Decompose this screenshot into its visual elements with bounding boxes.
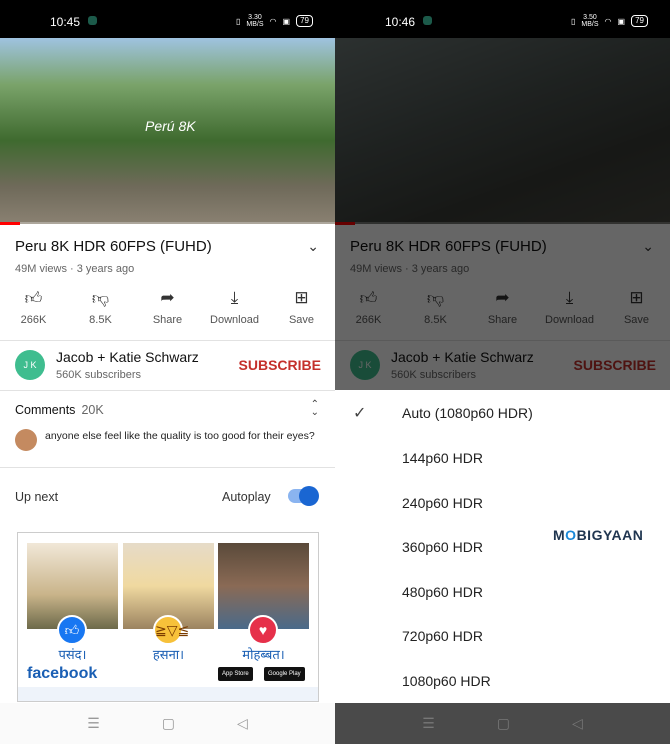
share-icon: ➦	[160, 288, 175, 307]
status-time: 10:45	[50, 15, 81, 29]
like-reaction-icon: 👍︎	[57, 615, 87, 645]
download-icon: ⤓	[230, 288, 239, 307]
notification-icon	[423, 16, 432, 25]
check-icon: ✓	[353, 405, 367, 422]
battery-icon: 79	[631, 15, 648, 27]
ad-install-bar[interactable]	[18, 687, 318, 701]
vibrate-icon: ▯	[236, 16, 241, 26]
autoplay-toggle[interactable]	[288, 486, 319, 506]
navigation-bar: ☰ ▢ ◁	[335, 703, 670, 744]
quality-option-1080p[interactable]: 1080p60 HDR	[402, 673, 491, 689]
save-icon: ⊞	[294, 288, 309, 307]
quality-menu: ✓ Auto (1080p60 HDR) 144p60 HDR 240p60 H…	[335, 390, 670, 703]
download-button[interactable]: ⤓ Download	[201, 288, 268, 326]
menu-icon[interactable]: ☰	[87, 715, 100, 732]
progress-fill	[0, 222, 21, 225]
status-time: 10:46	[385, 15, 416, 29]
divider	[0, 340, 335, 341]
network-speed: 3.50 MB/S	[581, 14, 599, 28]
save-button[interactable]: ⊞ Save	[268, 288, 335, 326]
video-watermark: Perú 8K	[145, 118, 196, 134]
menu-icon[interactable]: ☰	[422, 715, 435, 732]
back-icon[interactable]: ◁	[572, 715, 583, 732]
channel-avatar[interactable]: J K	[15, 350, 45, 380]
quality-option-144p[interactable]: 144p60 HDR	[402, 450, 483, 466]
facebook-logo: facebook	[27, 665, 98, 682]
vibrate-icon: ▯	[571, 16, 576, 26]
haha-reaction-icon: ≧▽≦	[153, 615, 189, 645]
chevron-down-icon[interactable]: ⌄	[307, 238, 319, 255]
up-next-label: Up next	[15, 490, 59, 504]
progress-track[interactable]	[0, 222, 335, 225]
quality-option-360p[interactable]: 360p60 HDR	[402, 539, 483, 555]
notification-icon	[88, 16, 97, 25]
subscribe-button[interactable]: SUBSCRIBE	[239, 357, 321, 373]
love-reaction-icon: ♥	[248, 615, 278, 645]
status-bar: 10:46 ▯ 3.50 MB/S ◠ ▣ 79	[335, 0, 670, 38]
ad-caption: पसंद।	[58, 647, 87, 662]
app-store-badge[interactable]: App Store	[218, 667, 253, 681]
thumbs-up-icon: 👍︎	[24, 289, 43, 308]
quality-option-auto[interactable]: Auto (1080p60 HDR)	[402, 405, 533, 421]
navigation-bar: ☰ ▢ ◁	[0, 703, 335, 744]
autoplay-label: Autoplay	[222, 490, 271, 504]
ad-caption: हसना।	[152, 647, 185, 662]
video-meta: 49M views · 3 years ago	[15, 263, 135, 275]
expand-comments-icon[interactable]: ⌃ ⌄	[311, 400, 319, 418]
facebook-ad[interactable]: 👍︎ ≧▽≦ ♥ पसंद। हसना। मोहब्बत। facebook App…	[17, 532, 319, 702]
like-button[interactable]: 👍︎ 266K	[0, 288, 67, 326]
quality-option-720p[interactable]: 720p60 HDR	[402, 628, 483, 644]
channel-name[interactable]: Jacob + Katie Schwarz	[56, 349, 199, 365]
home-icon[interactable]: ▢	[162, 715, 175, 732]
share-button[interactable]: ➦ Share	[134, 288, 201, 326]
video-player[interactable]: Perú 8K	[0, 38, 335, 224]
right-screen: 10:46 ▯3.50MB/S◠▣79 Peru 8K HDR 60FPS (F…	[335, 0, 670, 744]
home-icon[interactable]: ▢	[497, 715, 510, 732]
wifi-icon: ◠	[269, 16, 277, 26]
left-screen: 10:45 ▯ 3.30 MB/S ◠ ▣ 79 Perú 8K Peru 8K HDR …	[0, 0, 335, 744]
google-play-badge[interactable]: Google Play	[264, 667, 305, 681]
cast-icon: ▣	[282, 16, 291, 26]
thumbs-down-icon: 👎︎	[91, 289, 110, 308]
quality-option-480p[interactable]: 480p60 HDR	[402, 584, 483, 600]
quality-option-240p[interactable]: 240p60 HDR	[402, 495, 483, 511]
mobigyaan-watermark: MOBIGYAAN	[553, 527, 644, 543]
commenter-avatar	[15, 429, 37, 451]
network-speed: 3.30 MB/S	[246, 14, 264, 28]
wifi-icon: ◠	[604, 16, 612, 26]
ad-caption: मोहब्बत।	[242, 647, 285, 662]
comments-header[interactable]: Comments 20K	[15, 403, 104, 417]
divider	[0, 467, 335, 468]
back-icon[interactable]: ◁	[237, 715, 248, 732]
video-title: Peru 8K HDR 60FPS (FUHD)	[15, 238, 212, 255]
battery-icon: 79	[296, 15, 313, 27]
top-comment[interactable]: anyone else feel like the quality is too…	[45, 428, 315, 445]
dislike-button[interactable]: 👎︎ 8.5K	[67, 288, 134, 326]
cast-icon: ▣	[617, 16, 626, 26]
divider	[0, 390, 335, 391]
subscriber-count: 560K subscribers	[56, 369, 141, 381]
status-bar: 10:45 ▯ 3.30 MB/S ◠ ▣ 79	[0, 0, 335, 38]
